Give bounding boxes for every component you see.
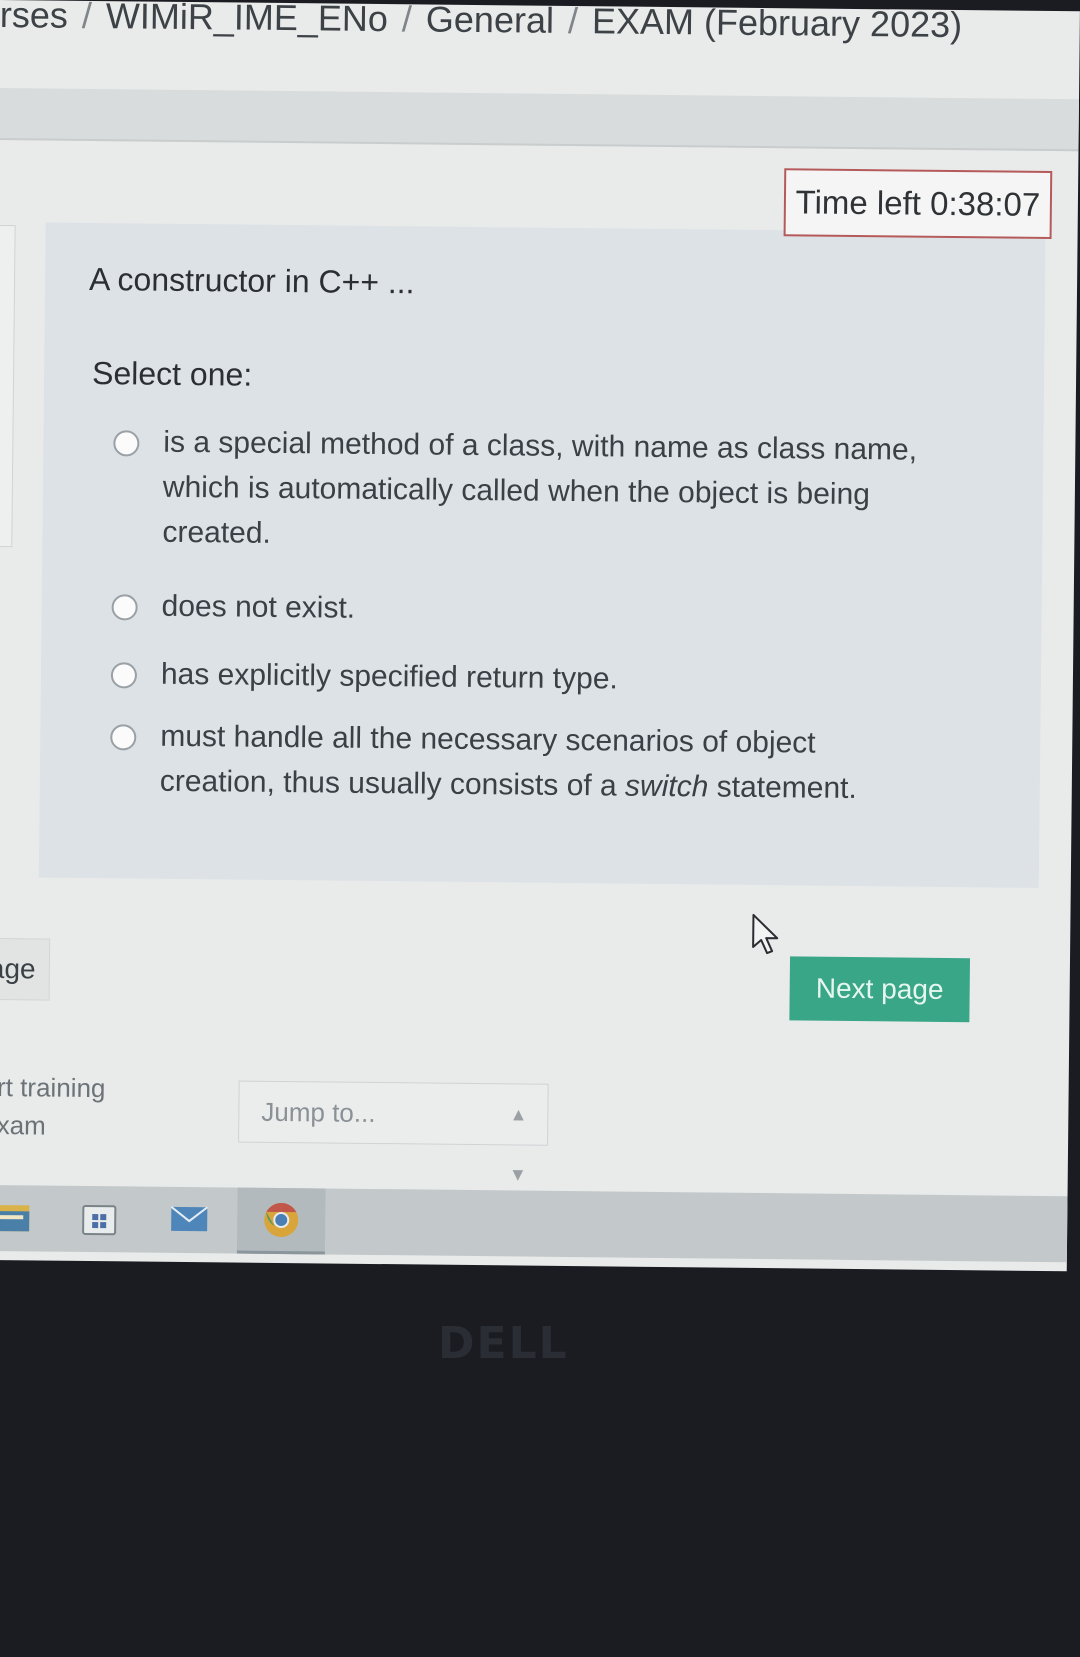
answer-option-label: does not exist. — [161, 589, 356, 625]
breadcrumb-item-course[interactable]: WIMiR_IME_ENo — [106, 0, 388, 39]
answer-option-label: has explicitly specified return type. — [160, 657, 618, 696]
radio-button[interactable] — [110, 662, 138, 689]
answer-option-1[interactable]: is a special method of a class, with nam… — [112, 419, 933, 563]
question-text: A constructor in C++ ... — [88, 260, 415, 301]
breadcrumb-item-exam[interactable]: EXAM (February 2023) — [592, 0, 963, 45]
sidebar-links: ort training exam — [0, 1068, 106, 1145]
screen: rses / WIMiR_IME_ENo / General / EXAM (Februar… — [0, 0, 1080, 1272]
sidebar-link-exam[interactable]: exam — [0, 1106, 105, 1145]
radio-button[interactable] — [110, 724, 137, 751]
answer-option-label: must handle all the necessary scenarios … — [160, 714, 931, 812]
answer-option-2[interactable]: does not exist. — [111, 583, 931, 637]
jump-to-placeholder: Jump to... — [261, 1096, 376, 1128]
mail-icon[interactable] — [169, 1199, 209, 1239]
select-arrows-icon: ▲ ▼ — [508, 1104, 528, 1185]
answer-option-4[interactable]: must handle all the necessary scenarios … — [110, 713, 931, 812]
breadcrumb-separator: / — [401, 0, 413, 40]
breadcrumb-item-courses[interactable]: rses — [0, 0, 68, 36]
store-icon[interactable] — [79, 1198, 119, 1238]
breadcrumb-separator: / — [81, 0, 93, 36]
sidebar-link-training[interactable]: ort training — [0, 1068, 106, 1107]
time-left-timer: Time left 0:38:07 — [783, 168, 1053, 240]
header-band — [0, 87, 1080, 152]
answer-option-label-part: statement. — [708, 770, 857, 806]
answer-option-label: is a special method of a class, with nam… — [162, 425, 918, 550]
previous-page-button[interactable]: age — [0, 937, 51, 1001]
radio-button[interactable] — [113, 430, 140, 457]
dell-logo: DELL — [438, 1318, 569, 1369]
windows-taskbar — [0, 1184, 1068, 1263]
breadcrumb-item-general[interactable]: General — [426, 0, 555, 41]
question-info-box — [0, 224, 16, 548]
answer-option-emphasis: switch — [624, 769, 709, 804]
breadcrumb-separator: / — [567, 0, 579, 42]
radio-button[interactable] — [111, 594, 138, 621]
file-explorer-icon[interactable] — [0, 1197, 31, 1237]
select-one-prompt: Select one: — [91, 354, 253, 393]
answer-option-3[interactable]: has explicitly specified return type. — [110, 651, 931, 705]
mouse-pointer-icon — [752, 913, 779, 955]
breadcrumb: rses / WIMiR_IME_ENo / General / EXAM (Februar… — [0, 0, 972, 46]
chrome-icon[interactable] — [261, 1200, 301, 1240]
next-page-button[interactable]: Next page — [789, 956, 971, 1023]
jump-to-select[interactable]: Jump to... ▲ ▼ — [238, 1080, 549, 1185]
